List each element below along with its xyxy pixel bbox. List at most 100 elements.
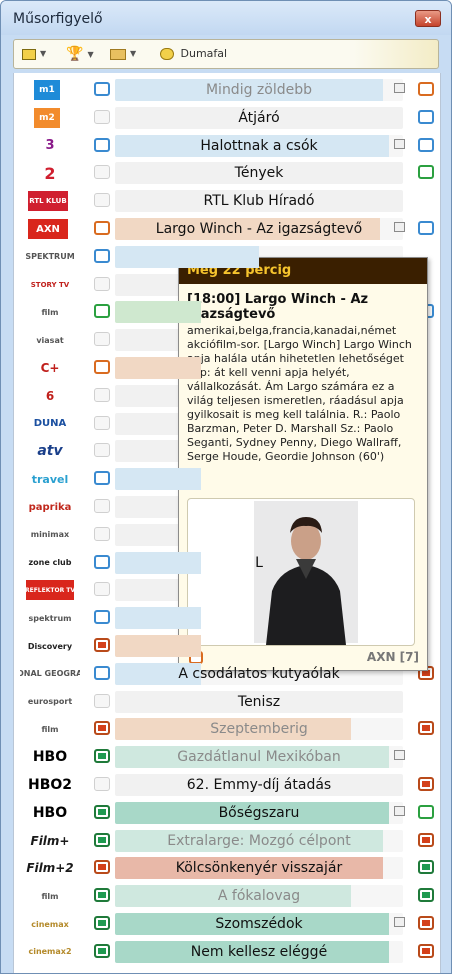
reminder-icon[interactable] <box>94 221 110 235</box>
next-reminder-icon[interactable] <box>418 82 434 96</box>
reminder-icon[interactable] <box>94 916 110 930</box>
channel-row[interactable]: cinemax2 Nem kellesz eléggé <box>14 939 440 965</box>
program-cell[interactable]: Szomszédok <box>115 913 403 935</box>
details-icon[interactable] <box>394 138 405 149</box>
channel-logo: AXN <box>28 219 68 239</box>
next-reminder-icon[interactable] <box>418 777 434 791</box>
channel-row[interactable]: m1 Mindig zöldebb <box>14 77 440 103</box>
chat-bubble-icon <box>160 48 174 60</box>
reminder-icon[interactable] <box>94 443 110 458</box>
reminder-icon[interactable] <box>94 276 110 291</box>
reminder-icon[interactable] <box>94 248 110 263</box>
program-cell[interactable]: Halottnak a csók <box>115 134 403 157</box>
program-cell[interactable]: Nem kellesz eléggé <box>115 940 403 963</box>
channel-logo: eurosport <box>27 697 73 707</box>
channel-row[interactable]: film A fókalovag <box>14 883 440 909</box>
reminder-icon[interactable] <box>94 471 110 486</box>
reminder-icon[interactable] <box>94 832 110 847</box>
program-cell[interactable]: RTL Klub Híradó <box>115 190 403 213</box>
program-cell[interactable]: Kölcsönkenyér visszajár <box>115 857 403 880</box>
next-reminder-icon[interactable] <box>418 804 434 819</box>
program-cell[interactable]: Szeptemberig <box>115 718 403 741</box>
program-cell[interactable]: Tenisz <box>115 690 403 713</box>
reminder-icon[interactable] <box>94 137 110 152</box>
progress-fill <box>115 607 202 630</box>
details-icon[interactable] <box>394 750 405 761</box>
reminder-icon[interactable] <box>94 777 110 791</box>
channel-row[interactable]: 2 Tények <box>14 160 440 186</box>
talk-wall-button[interactable]: Dumafal <box>160 45 227 63</box>
filter-menu-button[interactable]: 🏆 ▼ <box>66 45 94 63</box>
reminder-icon[interactable] <box>94 109 110 124</box>
reminder-icon[interactable] <box>94 860 110 875</box>
next-reminder-icon[interactable] <box>418 916 434 930</box>
reminder-icon[interactable] <box>94 693 110 708</box>
next-reminder-icon[interactable] <box>418 165 434 180</box>
program-title: Mindig zöldebb <box>205 82 313 98</box>
reminder-icon[interactable] <box>94 888 110 903</box>
reminder-icon[interactable] <box>94 554 110 569</box>
channel-row[interactable]: HBO Gazdátlanul Mexikóban <box>14 744 440 770</box>
channel-row[interactable]: eurosport Tenisz <box>14 689 440 715</box>
channel-row[interactable]: HBO Bőségszaru <box>14 800 440 826</box>
next-reminder-icon[interactable] <box>418 888 434 903</box>
reminder-icon[interactable] <box>94 360 110 374</box>
close-button[interactable]: x <box>415 10 441 27</box>
program-cell[interactable]: Gazdátlanul Mexikóban <box>115 746 403 769</box>
program-cell[interactable]: 62. Emmy-díj átadás <box>115 774 403 796</box>
reminder-icon[interactable] <box>94 526 110 541</box>
reminder-icon[interactable] <box>94 387 110 402</box>
reminder-icon[interactable] <box>94 499 110 513</box>
reminder-icon[interactable] <box>94 165 110 180</box>
next-reminder-icon[interactable] <box>418 721 434 736</box>
reminder-icon[interactable] <box>94 332 110 347</box>
reminder-icon[interactable] <box>94 415 110 430</box>
channel-row[interactable]: AXN Largo Winch - Az igazságtevő <box>14 216 440 242</box>
reminder-icon[interactable] <box>94 804 110 819</box>
next-reminder-icon[interactable] <box>418 860 434 875</box>
reminder-icon[interactable] <box>94 582 110 597</box>
reminder-icon[interactable] <box>94 749 110 764</box>
reminder-icon[interactable] <box>94 304 110 319</box>
channel-row[interactable]: film Szeptemberig <box>14 716 440 742</box>
details-icon[interactable] <box>394 222 405 232</box>
program-cell[interactable]: Extralarge: Mozgó célpont <box>115 829 403 852</box>
reminder-icon[interactable] <box>94 193 110 208</box>
program-cell[interactable]: Largo Winch - Az igazságtevő <box>115 218 403 240</box>
progress-fill <box>115 301 202 324</box>
reminder-icon[interactable] <box>94 943 110 958</box>
program-cell[interactable]: Bőségszaru <box>115 801 403 824</box>
channel-logo: 2 <box>44 163 56 183</box>
next-reminder-icon[interactable] <box>418 221 434 235</box>
reminder-icon[interactable] <box>94 610 110 625</box>
details-icon[interactable] <box>394 917 405 927</box>
next-reminder-icon[interactable] <box>418 109 434 124</box>
program-title: Nem kellesz eléggé <box>190 943 328 960</box>
next-reminder-icon[interactable] <box>418 832 434 847</box>
reminder-icon[interactable] <box>94 82 110 96</box>
channel-row[interactable]: Film+ Extralarge: Mozgó célpont <box>14 828 440 854</box>
channel-row[interactable]: Film+2 Kölcsönkenyér visszajár <box>14 855 440 881</box>
channel-row[interactable]: cinemax Szomszédok <box>14 911 440 937</box>
program-cell[interactable]: Tények <box>115 162 403 185</box>
channel-row[interactable]: HBO2 62. Emmy-díj átadás <box>14 772 440 798</box>
details-icon[interactable] <box>394 805 405 816</box>
channel-row[interactable]: RTL KLUB RTL Klub Híradó <box>14 188 440 214</box>
trophy-icon: 🏆 <box>66 46 84 62</box>
reminder-icon[interactable] <box>94 665 110 680</box>
channel-row[interactable]: 3 Halottnak a csók <box>14 133 440 159</box>
next-reminder-icon[interactable] <box>418 137 434 152</box>
reminder-icon[interactable] <box>94 721 110 736</box>
progress-fill <box>115 357 202 379</box>
title-bar[interactable]: Műsorfigyelő x <box>1 1 451 35</box>
folder-menu-button[interactable]: ▼ <box>110 45 136 63</box>
next-reminder-icon[interactable] <box>418 943 434 958</box>
view-menu-button[interactable]: ▼ <box>22 45 46 63</box>
details-icon[interactable] <box>394 83 405 93</box>
reminder-icon[interactable] <box>94 638 110 652</box>
channel-logo: HBO2 <box>27 777 73 793</box>
program-cell[interactable]: A fókalovag <box>115 885 403 908</box>
program-cell[interactable]: Mindig zöldebb <box>115 79 403 101</box>
program-cell[interactable]: Átjáró <box>115 106 403 129</box>
channel-row[interactable]: m2 Átjáró <box>14 105 440 131</box>
